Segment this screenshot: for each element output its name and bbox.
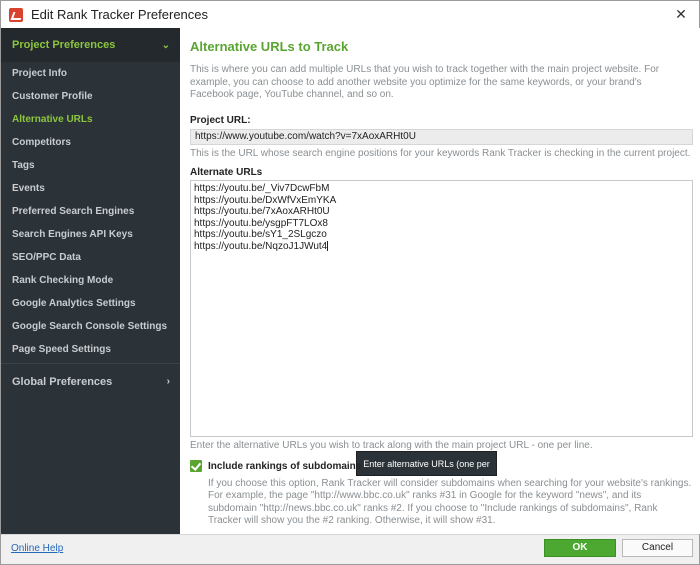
- alternate-url-text: https://youtu.be/NqzoJ1JWut4: [194, 240, 328, 252]
- alternate-urls-label: Alternate URLs: [190, 167, 263, 178]
- close-icon[interactable]: ✕: [673, 6, 689, 22]
- sidebar-section-global-preferences[interactable]: Global Preferences ›: [1, 363, 180, 399]
- window-title: Edit Rank Tracker Preferences: [31, 7, 209, 22]
- sidebar-section-project-preferences[interactable]: Project Preferences ⌄: [1, 28, 180, 62]
- sidebar-item-search-engines-api-keys[interactable]: Search Engines API Keys: [1, 223, 180, 246]
- alternate-url-line: https://youtu.be/sY1_2SLgczo: [194, 229, 689, 241]
- alternate-url-line: https://youtu.be/ysgpFT7LOx8: [194, 218, 689, 230]
- sidebar: Project Preferences ⌄ Project Info Custom…: [1, 28, 180, 534]
- rank-tracker-icon: [9, 7, 23, 22]
- ok-button[interactable]: OK: [544, 539, 616, 557]
- section-label: Global Preferences: [12, 375, 113, 388]
- alternate-urls-hint: Enter the alternative URLs you wish to t…: [190, 440, 593, 451]
- sidebar-item-competitors[interactable]: Competitors: [1, 131, 180, 154]
- chevron-right-icon: ›: [166, 376, 170, 387]
- sidebar-item-preferred-search-engines[interactable]: Preferred Search Engines: [1, 200, 180, 223]
- alternate-urls-textarea[interactable]: https://youtu.be/_Viv7DcwFbM https://yout…: [190, 180, 693, 494]
- sidebar-item-alternative-urls[interactable]: Alternative URLs: [1, 108, 180, 131]
- sidebar-nav: Project Info Customer Profile Alternative …: [1, 62, 180, 361]
- chevron-down-icon: ⌄: [161, 39, 170, 51]
- include-subdomains-description: If you choose this option, Rank Tracker …: [208, 478, 692, 526]
- alternate-url-text: https://youtu.be/_Viv7DcwFbM: [194, 183, 330, 194]
- alternate-url-text: https://youtu.be/sY1_2SLgczo: [194, 229, 327, 240]
- text-cursor: [327, 240, 329, 251]
- sidebar-item-page-speed-settings[interactable]: Page Speed Settings: [1, 338, 180, 361]
- sidebar-item-seo-ppc-data[interactable]: SEO/PPC Data: [1, 246, 180, 269]
- cancel-button[interactable]: Cancel: [622, 539, 693, 557]
- page-title: Alternative URLs to Track: [190, 39, 349, 54]
- project-url-field: https://www.youtube.com/watch?v=7xAoxARH…: [190, 129, 693, 145]
- sidebar-item-customer-profile[interactable]: Customer Profile: [1, 85, 180, 108]
- alternate-url-line: https://youtu.be/DxWfVxEmYKA: [194, 195, 689, 207]
- section-label: Project Preferences: [12, 39, 116, 51]
- content-panel: Alternative URLs to Track This is where …: [180, 28, 700, 534]
- alternate-url-text: https://youtu.be/7xAoxARHt0U: [194, 206, 330, 217]
- sidebar-item-google-analytics-settings[interactable]: Google Analytics Settings: [1, 292, 180, 315]
- online-help-link[interactable]: Online Help: [11, 543, 63, 554]
- sidebar-item-rank-checking-mode[interactable]: Rank Checking Mode: [1, 269, 180, 292]
- project-url-label: Project URL:: [190, 115, 251, 126]
- project-url-hint: This is the URL whose search engine posi…: [190, 148, 691, 159]
- include-subdomains-checkbox[interactable]: [190, 460, 202, 472]
- alternate-url-line: https://youtu.be/7xAoxARHt0U: [194, 206, 689, 218]
- sidebar-item-project-info[interactable]: Project Info: [1, 62, 180, 85]
- alternate-url-text: https://youtu.be/DxWfVxEmYKA: [194, 194, 337, 206]
- page-description: This is where you can add multiple URLs …: [190, 64, 660, 100]
- dialog-footer: Online Help OK Cancel: [1, 534, 699, 564]
- alternate-url-line: https://youtu.be/_Viv7DcwFbM: [194, 183, 689, 195]
- alternate-url-text: https://youtu.be/ysgpFT7LOx8: [194, 217, 328, 229]
- title-bar: Edit Rank Tracker Preferences ✕: [1, 1, 699, 28]
- sidebar-item-google-search-console-settings[interactable]: Google Search Console Settings: [1, 315, 180, 338]
- sidebar-item-tags[interactable]: Tags: [1, 154, 180, 177]
- alternate-url-line: https://youtu.be/NqzoJ1JWut4: [194, 241, 689, 253]
- include-subdomains-label[interactable]: Include rankings of subdomains: [208, 461, 361, 472]
- sidebar-item-events[interactable]: Events: [1, 177, 180, 200]
- tooltip: Enter alternative URLs (one per line): [356, 451, 497, 494]
- preferences-dialog: Edit Rank Tracker Preferences ✕ Project …: [0, 0, 700, 565]
